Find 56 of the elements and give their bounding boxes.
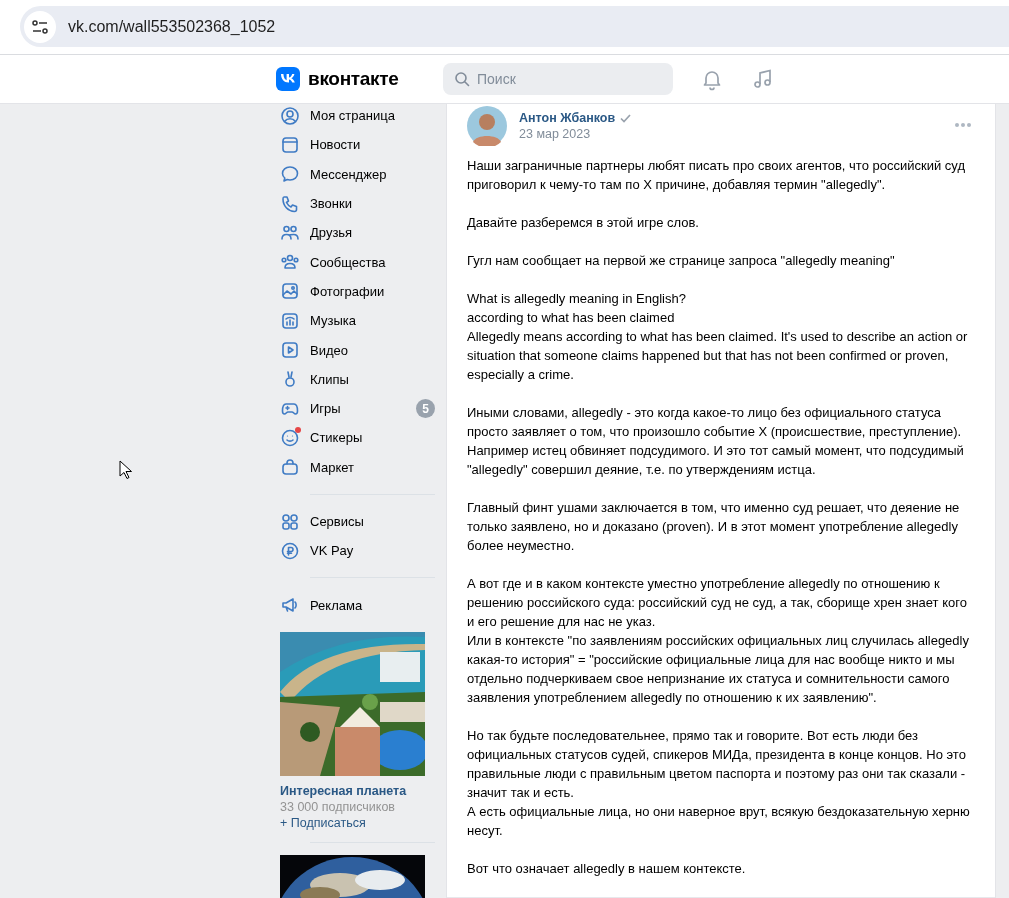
count-badge: 5 [416, 399, 435, 419]
sidebar-item[interactable]: Клипы [280, 364, 435, 394]
sidebar-item[interactable]: Стикеры [280, 423, 435, 453]
post-text: What is allegedly meaning in English? [467, 290, 687, 308]
sidebar-item[interactable]: Музыка [280, 306, 435, 336]
more-options-icon[interactable] [954, 122, 972, 128]
sidebar-item[interactable]: Мессенджер [280, 159, 435, 189]
sidebar-item[interactable]: Моя страница [280, 104, 435, 131]
sidebar-item[interactable]: Сервисы [280, 506, 435, 537]
smiley-icon [280, 427, 300, 448]
post-text: Давайте разберемся в этой игре слов. [467, 214, 700, 232]
post-text: Наши заграничные партнеры любят писать про своих агентов, что российский суд приговорил к чему-то там по X причине, добавляя термин "allegedly". [467, 157, 966, 194]
logo-text[interactable]: вконтакте [308, 68, 399, 90]
subscriber-count: 33 000 подписчиков [280, 799, 396, 814]
address-bar[interactable]: vk.com/wall553502368_1052 [20, 6, 1009, 47]
bag-icon [280, 457, 300, 478]
sidebar-item[interactable]: Маркет [280, 452, 435, 482]
post-text: Иными словами, allegedly - это когда какое-то лицо без официального статуса просто заявляет о том, что произошло событие X (происшествие, преступление). Например истец обвиняет подсудимого. И это тот самый момент, что подсудимый "allegedly" совершил деяние, т.е. по утверждениям истца. [467, 404, 965, 479]
search-icon[interactable] [454, 71, 470, 87]
sidebar-item[interactable]: Сообщества [280, 247, 435, 277]
image-icon [280, 281, 300, 302]
logo-icon[interactable] [276, 67, 300, 91]
play-icon [280, 340, 300, 360]
url-text: vk.com/wall553502368_1052 [68, 17, 276, 36]
community-title[interactable]: Интересная планета [280, 783, 435, 798]
search-field[interactable]: Поиск [443, 63, 673, 95]
post-text: Allegedly means according to what has been claimed. It's used to describe an action or situation that someone claims happened but that has not been confirmed or proven, especially a crime. [467, 328, 969, 384]
ruble-icon [280, 540, 300, 561]
subscribe-link[interactable]: + Подписаться [280, 815, 435, 830]
mouse-cursor-icon [119, 460, 133, 480]
post-text: Или в контексте "по заявлениям российских официальных лиц случилась allegedly какая-то история" = "российские официальные лица для нас вообще никто и мы отдельно подчеркиваем свое непризнание их статуса и сомнительности самого заявления употреблением allegedly по отношению к их заявлению". [467, 632, 970, 707]
sidebar-item[interactable]: Фотографии [280, 276, 435, 307]
site-settings-icon[interactable] [24, 10, 56, 43]
sidebar-item[interactable]: Видео [280, 335, 435, 365]
author-name[interactable]: Антон Жбанков [519, 111, 616, 125]
sidebar-item[interactable]: Игры 5 [280, 393, 435, 424]
phone-icon [280, 193, 300, 214]
sidebar-item[interactable]: Реклама [280, 590, 435, 620]
music-tile-icon [280, 310, 300, 331]
grid-icon [280, 511, 300, 532]
chat-bubble-icon [280, 164, 300, 185]
user-icon [280, 105, 300, 126]
sidebar-item[interactable]: Звонки [280, 188, 435, 219]
avatar[interactable] [467, 106, 507, 146]
post-text: Главный финт ушами заключается в том, что именно суд решает, что деяение не только заявлено, но и доказано (proven). И в этот момент употребление allegedly более неуместно. [467, 499, 961, 555]
post-text: А вот где и в каком контексте уместно употребление allegedly по отношению к решению российского суда: российский суд не суд, а так, сборище хрен знает кого и его решение для нас не указ. [467, 575, 968, 631]
post-text: Но так будьте последовательнее, прямо так и говорите. Вот есть люди без официальных статусов судей, спикеров МИДа, президента в конце концов. Но это правильные люди с правильным цветом паспорта и поэтому раз они так сказали - значит так и есть. [467, 727, 967, 802]
sidebar-item[interactable]: Друзья [280, 218, 435, 248]
sidebar-item[interactable]: VK Pay [280, 536, 435, 566]
post-text: А есть официальные лица, но они наверное врут, всякую бездоказательную херню несут. [467, 803, 971, 840]
post-date[interactable]: 23 мар 2023 [519, 127, 942, 141]
sidebar-item[interactable]: Новости [280, 130, 435, 160]
post-text: Вот что означает allegedly в нашем контексте. [467, 860, 747, 878]
post-text: Гугл нам сообщает на первой же странице запроса "allegedly meaning" [467, 252, 896, 270]
post-text: according to what has been claimed [467, 309, 676, 327]
newspaper-icon [280, 134, 300, 155]
